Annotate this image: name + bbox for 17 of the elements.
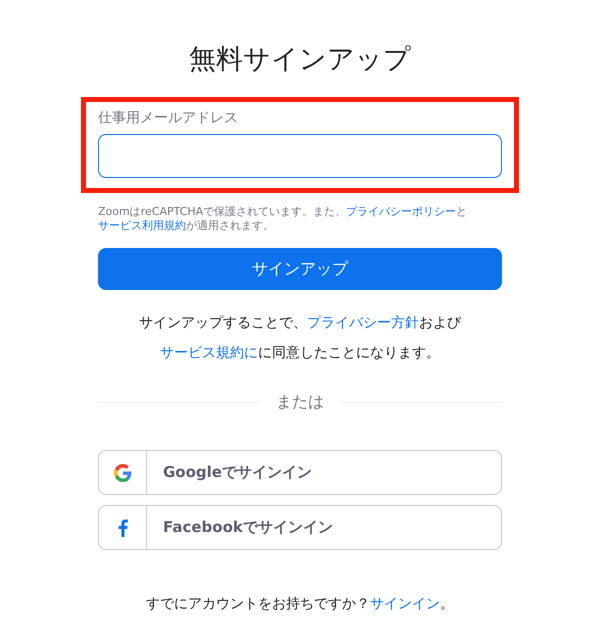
text-link[interactable]: サインイン — [370, 596, 440, 612]
divider-label: または — [276, 391, 324, 413]
page-title: 無料サインアップ — [189, 43, 411, 77]
recaptcha-note: ZoomはreCAPTCHAで保護されています。また、プライバシーポリシー と サービス利用規約が適用されます。 — [98, 205, 468, 233]
email-field[interactable] — [98, 134, 502, 178]
text-link[interactable]: プライバシー方針 — [307, 315, 419, 331]
social-sign-in-button[interactable]: Facebookでサインイン — [98, 505, 502, 550]
sign-in-prompt: すでにアカウントをお持ちですか？サインイン。 — [146, 595, 454, 614]
social-sign-in-button[interactable]: Googleでサインイン — [98, 450, 502, 495]
google-logo-icon — [114, 464, 132, 482]
field-label: 仕事用メールアドレス — [98, 109, 239, 128]
consent-text: サインアップすることで、プライバシー方針および サービス規約にに同意したことになります。 — [138, 314, 462, 363]
sign-up-button[interactable]: サインアップ — [98, 248, 502, 290]
text-link[interactable]: サービス規約に — [160, 345, 258, 361]
text-link[interactable]: サービス利用規約 — [98, 219, 186, 232]
facebook-logo-icon — [118, 518, 128, 536]
text-link[interactable]: プライバシーポリシー — [346, 205, 456, 218]
